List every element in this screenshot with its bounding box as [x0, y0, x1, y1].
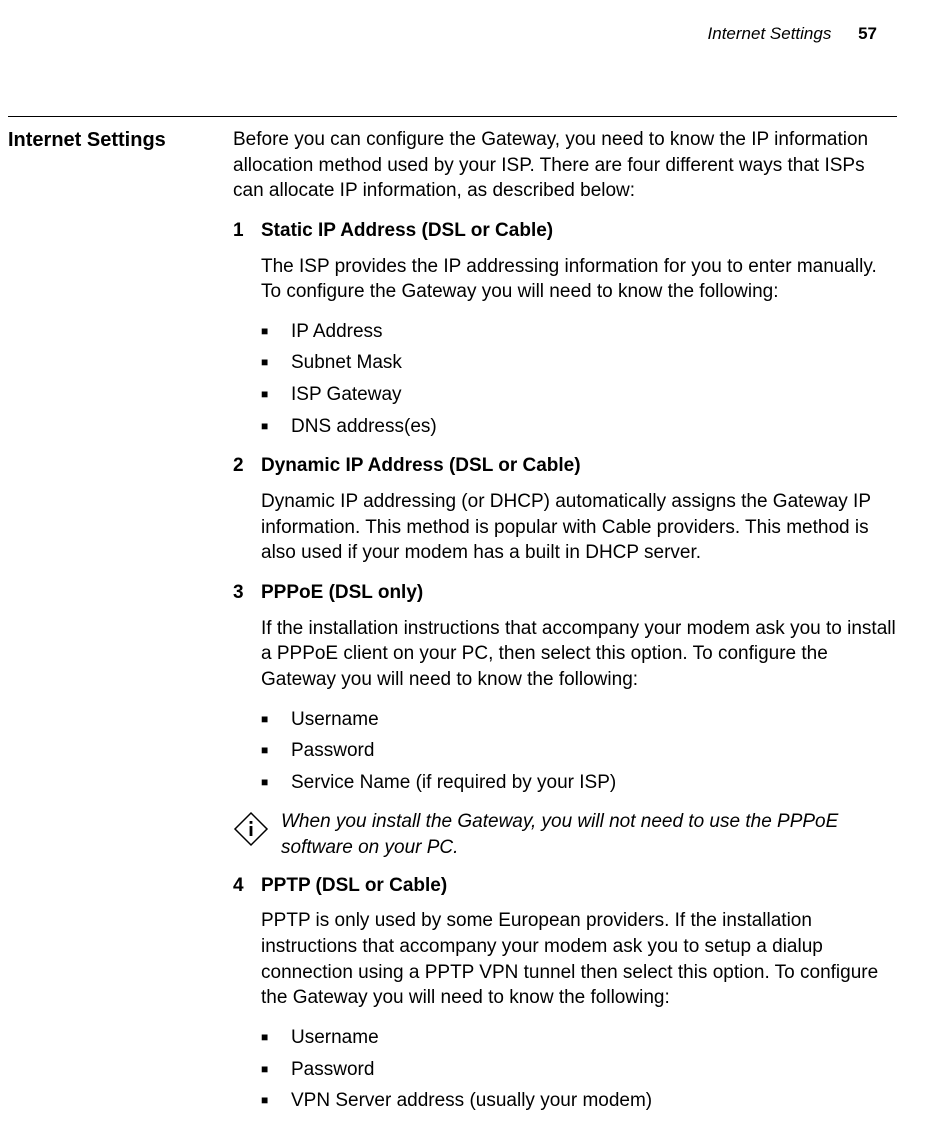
- item-paragraph: If the installation instructions that ac…: [261, 616, 897, 693]
- item-title: PPPoE (DSL only): [261, 580, 423, 606]
- bullet-item: ■Subnet Mask: [261, 350, 897, 376]
- square-bullet-icon: ■: [261, 770, 291, 794]
- item-number: 1: [233, 218, 261, 244]
- two-column-layout: Internet Settings Before you can configu…: [8, 127, 897, 1128]
- bullet-list: ■Username ■Password ■Service Name (if re…: [261, 707, 897, 796]
- numbered-item: 2 Dynamic IP Address (DSL or Cable): [233, 453, 897, 479]
- bullet-text: VPN Server address (usually your modem): [291, 1088, 652, 1114]
- page: Internet Settings 57 Internet Settings B…: [0, 0, 937, 1134]
- bullet-item: ■DNS address(es): [261, 414, 897, 440]
- bullet-text: Username: [291, 1025, 379, 1051]
- bullet-item: ■ISP Gateway: [261, 382, 897, 408]
- bullet-item: ■Password: [261, 738, 897, 764]
- info-diamond-icon: [233, 809, 281, 855]
- bullet-item: ■Username: [261, 707, 897, 733]
- running-head-page-number: 57: [858, 24, 877, 43]
- bullet-text: Subnet Mask: [291, 350, 402, 376]
- item-number: 3: [233, 580, 261, 606]
- item-title: Dynamic IP Address (DSL or Cable): [261, 453, 581, 479]
- bullet-item: ■Username: [261, 1025, 897, 1051]
- bullet-text: Password: [291, 1057, 374, 1083]
- numbered-item: 3 PPPoE (DSL only): [233, 580, 897, 606]
- bullet-text: Username: [291, 707, 379, 733]
- side-heading: Internet Settings: [8, 127, 233, 152]
- square-bullet-icon: ■: [261, 1057, 291, 1081]
- item-title: Static IP Address (DSL or Cable): [261, 218, 553, 244]
- item-paragraph: Dynamic IP addressing (or DHCP) automati…: [261, 489, 897, 566]
- bullet-item: ■VPN Server address (usually your modem): [261, 1088, 897, 1114]
- square-bullet-icon: ■: [261, 350, 291, 374]
- bullet-text: Service Name (if required by your ISP): [291, 770, 616, 796]
- running-head: Internet Settings 57: [8, 24, 877, 44]
- bullet-text: Password: [291, 738, 374, 764]
- item-paragraph: PPTP is only used by some European provi…: [261, 908, 897, 1011]
- square-bullet-icon: ■: [261, 382, 291, 406]
- note-text: When you install the Gateway, you will n…: [281, 809, 897, 860]
- bullet-text: IP Address: [291, 319, 383, 345]
- square-bullet-icon: ■: [261, 319, 291, 343]
- square-bullet-icon: ■: [261, 707, 291, 731]
- square-bullet-icon: ■: [261, 1025, 291, 1049]
- square-bullet-icon: ■: [261, 738, 291, 762]
- bullet-list: ■IP Address ■Subnet Mask ■ISP Gateway ■D…: [261, 319, 897, 440]
- square-bullet-icon: ■: [261, 1088, 291, 1112]
- bullet-text: DNS address(es): [291, 414, 437, 440]
- bullet-text: ISP Gateway: [291, 382, 402, 408]
- horizontal-rule: [8, 116, 897, 117]
- item-title: PPTP (DSL or Cable): [261, 873, 447, 899]
- item-number: 2: [233, 453, 261, 479]
- running-head-title: Internet Settings: [708, 24, 832, 43]
- intro-paragraph: Before you can configure the Gateway, yo…: [233, 127, 897, 204]
- bullet-item: ■Password: [261, 1057, 897, 1083]
- bullet-list: ■Username ■Password ■VPN Server address …: [261, 1025, 897, 1114]
- note-row: When you install the Gateway, you will n…: [233, 809, 897, 860]
- numbered-item: 4 PPTP (DSL or Cable): [233, 873, 897, 899]
- content-column: Before you can configure the Gateway, yo…: [233, 127, 897, 1128]
- item-paragraph: The ISP provides the IP addressing infor…: [261, 254, 897, 305]
- bullet-item: ■IP Address: [261, 319, 897, 345]
- bullet-item: ■Service Name (if required by your ISP): [261, 770, 897, 796]
- item-number: 4: [233, 873, 261, 899]
- square-bullet-icon: ■: [261, 414, 291, 438]
- numbered-item: 1 Static IP Address (DSL or Cable): [233, 218, 897, 244]
